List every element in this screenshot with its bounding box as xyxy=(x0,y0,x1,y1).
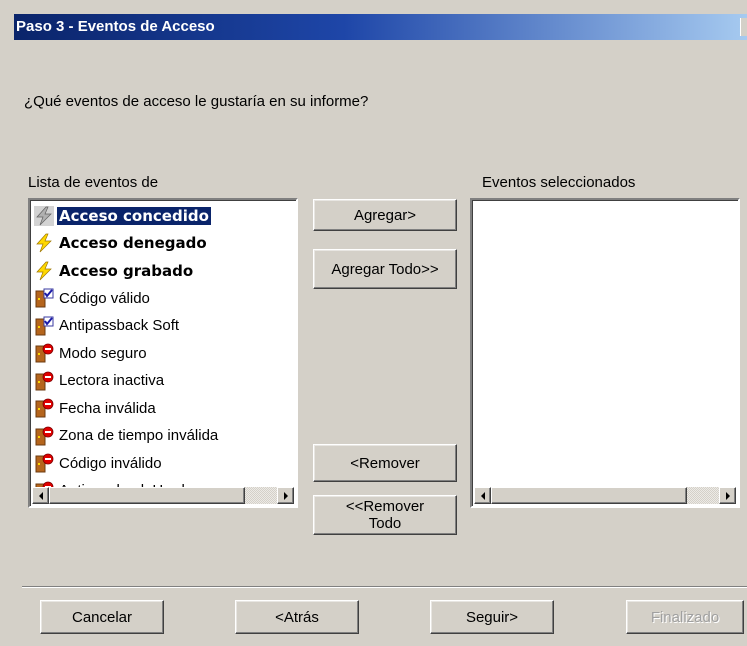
door-check-icon xyxy=(34,288,54,308)
cancel-button[interactable]: Cancelar xyxy=(40,600,164,634)
list-item-label: Código válido xyxy=(59,289,150,307)
available-list-label: Lista de eventos de xyxy=(28,174,159,191)
arrow-right-icon xyxy=(725,491,730,500)
available-events-list[interactable]: Acceso concedido Acceso denegado Acceso gr… xyxy=(28,198,298,508)
list-item-label: Acceso grabado xyxy=(59,261,194,280)
arrow-left-icon xyxy=(480,491,485,500)
add-all-button[interactable]: Agregar Todo>> xyxy=(313,249,457,289)
remove-all-label-line2: Todo xyxy=(368,515,402,532)
list-item-label: Zona de tiempo inválida xyxy=(59,427,219,445)
next-button[interactable]: Seguir> xyxy=(430,600,554,634)
title-bar: Paso 3 - Eventos de Acceso xyxy=(14,14,747,40)
list-item-label: Fecha inválida xyxy=(59,399,156,417)
separator-highlight xyxy=(22,587,747,588)
list-item[interactable]: Fecha inválida xyxy=(34,395,294,423)
back-button[interactable]: <Atrás xyxy=(235,600,359,634)
finish-button: Finalizado xyxy=(626,600,744,634)
scroll-thumb[interactable] xyxy=(49,487,245,504)
door-check-icon xyxy=(34,316,54,336)
title-bar-control[interactable] xyxy=(740,18,747,36)
question-text: ¿Qué eventos de acceso le gustaría en su… xyxy=(24,93,369,110)
horizontal-scrollbar[interactable] xyxy=(474,487,736,504)
remove-all-label-line1: <<Remover xyxy=(345,498,425,515)
list-item-label: Acceso denegado xyxy=(59,234,207,253)
add-button[interactable]: Agregar> xyxy=(313,199,457,231)
list-item[interactable]: Código válido xyxy=(34,285,294,313)
list-item[interactable]: Acceso denegado xyxy=(34,230,294,258)
list-item-label: Lectora inactiva xyxy=(59,372,165,390)
selected-list-label: Eventos seleccionados xyxy=(482,174,636,191)
scroll-right-button[interactable] xyxy=(719,487,736,504)
arrow-left-icon xyxy=(38,491,43,500)
list-item-label: Modo seguro xyxy=(59,344,147,362)
selected-events-list[interactable] xyxy=(470,198,740,508)
list-item[interactable]: Acceso grabado xyxy=(34,257,294,285)
door-denied-icon xyxy=(34,453,54,473)
door-denied-icon xyxy=(34,343,54,363)
list-item-label: Código inválido xyxy=(59,454,162,472)
list-item[interactable]: Modo seguro xyxy=(34,340,294,368)
horizontal-scrollbar[interactable] xyxy=(32,487,294,504)
list-item[interactable]: Lectora inactiva xyxy=(34,367,294,395)
bolt-yellow-icon xyxy=(34,233,54,253)
list-item-label: Antipassback Soft xyxy=(59,317,180,335)
list-item[interactable]: Zona de tiempo inválida xyxy=(34,422,294,450)
list-item[interactable]: Antipassback Soft xyxy=(34,312,294,340)
door-denied-icon xyxy=(34,426,54,446)
list-item[interactable]: Acceso concedido xyxy=(34,202,294,230)
bolt-gray-icon xyxy=(34,205,54,226)
list-item-label: Acceso concedido xyxy=(57,206,211,225)
scroll-left-button[interactable] xyxy=(474,487,491,504)
door-denied-icon xyxy=(34,371,54,391)
arrow-right-icon xyxy=(283,491,288,500)
remove-all-button[interactable]: <<Remover Todo xyxy=(313,495,457,535)
remove-button[interactable]: <Remover xyxy=(313,444,457,482)
scroll-thumb[interactable] xyxy=(491,487,687,504)
scroll-right-button[interactable] xyxy=(277,487,294,504)
door-denied-icon xyxy=(34,398,54,418)
bolt-yellow-icon xyxy=(34,261,54,281)
window-title: Paso 3 - Eventos de Acceso xyxy=(16,18,215,35)
scroll-left-button[interactable] xyxy=(32,487,49,504)
list-item[interactable]: Código inválido xyxy=(34,450,294,478)
